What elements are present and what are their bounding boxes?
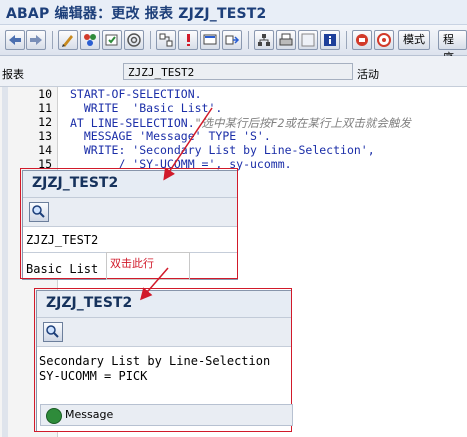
arrow-to-basic-list [163, 107, 213, 181]
annotation-arrows [140, 107, 213, 301]
arrow-to-secondary-list [140, 267, 169, 301]
